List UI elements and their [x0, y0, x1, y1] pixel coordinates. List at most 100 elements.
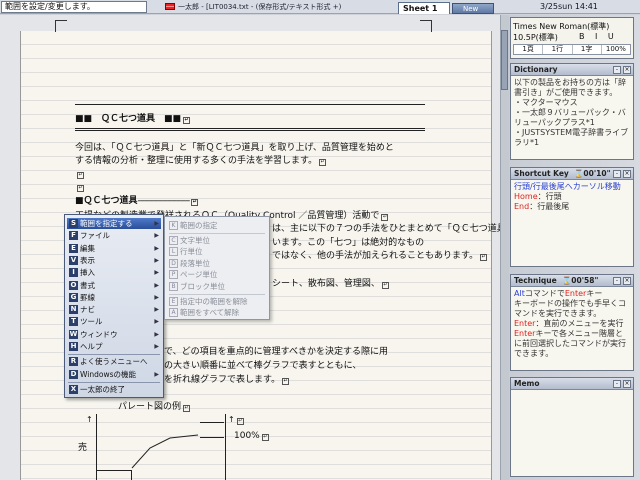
menu-item[interactable]: W ウィンドウ ▶ [67, 329, 161, 340]
menu-item[interactable]: X 一太郎の終了 [67, 384, 161, 395]
menu-item-label: 罫線 [80, 292, 95, 302]
paragraph-line: で、どの項目を重点的に管理すべきかを決定する際に用 [164, 347, 389, 357]
status-message: 範囲を設定/変更します。 [1, 1, 147, 13]
technique-line: Enter：直前のメニューを実行 [514, 319, 624, 328]
submenu-shortcut-key: A [169, 308, 178, 318]
paragraph-line: を折れ線グラフで表します。 ↵ [164, 375, 290, 385]
menu-item-label: 書式 [80, 280, 95, 290]
font-name[interactable]: Times New Roman(標準) [513, 21, 609, 32]
window-title: 一太郎 - [LIT0034.txt - (保存形式/テキスト形式 +) [165, 2, 341, 12]
menu-item[interactable]: G 罫線 ▶ [67, 292, 161, 303]
menu-separator [68, 354, 160, 356]
zoom-level[interactable]: 100% [602, 45, 630, 54]
menu-item[interactable]: R よく使うメニューへ [67, 356, 161, 367]
menu-item[interactable]: T ツール ▶ [67, 316, 161, 327]
menu-shortcut-key: F [69, 231, 78, 241]
timer-icon: ⌛ [561, 276, 572, 285]
menu-shortcut-key: E [69, 243, 78, 253]
menu-item-label: ファイル [80, 231, 110, 241]
chart-line [200, 437, 224, 438]
heading-double-rule [75, 128, 425, 131]
submenu-item-label: 行単位 [180, 247, 203, 257]
memo-panel[interactable]: Memo - × [510, 377, 634, 477]
submenu-item[interactable]: C 文字単位 [167, 235, 267, 246]
scrollbar-thumb[interactable] [501, 30, 508, 90]
submenu-arrow-icon: ▶ [154, 244, 159, 252]
menu-shortcut-key: D [69, 369, 78, 379]
submenu-item-label: 段落単位 [180, 258, 210, 268]
shortcut-key-panel: Shortcut Key ⌛00'10" - × 行頭/行最後尾へカーソル移動 … [510, 167, 634, 267]
paragraph-line: います。この「七つ」は絶対的なもの [272, 238, 425, 248]
menu-item[interactable]: N ナビ ▶ [67, 304, 161, 315]
close-icon[interactable]: × [623, 277, 631, 285]
close-icon[interactable]: × [623, 66, 631, 74]
tab-new[interactable]: New [452, 3, 494, 14]
menu-item[interactable]: O 書式 ▶ [67, 280, 161, 291]
submenu-shortcut-key: B [169, 282, 178, 291]
submenu-arrow-icon: ▶ [154, 318, 159, 326]
font-style-buttons[interactable]: B I U [579, 32, 618, 41]
submenu-shortcut-key: P [169, 270, 178, 280]
minimize-icon[interactable]: - [613, 277, 621, 285]
submenu-item[interactable]: L 行単位 [167, 246, 267, 257]
submenu-item[interactable]: B ブロック単位 [167, 281, 267, 292]
submenu-item[interactable]: D 段落単位 [167, 258, 267, 269]
title-bar: 範囲を設定/変更します。 一太郎 - [LIT0034.txt - (保存形式/… [0, 0, 640, 14]
menu-item[interactable]: H ヘルプ ▶ [67, 341, 161, 352]
page-number: 1頁 [514, 45, 544, 54]
line-number: 1行 [543, 45, 573, 54]
close-icon[interactable]: × [623, 170, 631, 178]
submenu-item[interactable]: P ページ単位 [167, 269, 267, 280]
menu-shortcut-key: H [69, 342, 78, 351]
submenu-item[interactable]: A 範囲をすべて解除 [167, 307, 267, 318]
menu-item[interactable]: E 編集 ▶ [67, 243, 161, 254]
minimize-icon[interactable]: - [613, 66, 621, 74]
submenu-shortcut-key: L [169, 247, 178, 257]
menu-shortcut-key: W [69, 329, 78, 339]
close-icon[interactable]: × [623, 380, 631, 388]
chart-percent-label: 100% ↵ [234, 431, 269, 441]
submenu-separator [169, 293, 265, 295]
menu-shortcut-key: V [69, 255, 78, 265]
submenu-item[interactable]: K 範囲の指定 [167, 220, 267, 231]
font-palette[interactable]: Times New Roman(標準) 10.5P(標準) B I U 1頁 1… [510, 17, 634, 59]
menu-item[interactable]: D Windowsの機能 ▶ [67, 369, 161, 380]
empty-line: ↵ [77, 172, 84, 179]
chart-line [131, 470, 132, 480]
menu-item-label: 編集 [80, 243, 95, 253]
submenu-item[interactable]: E 指定中の範囲を解除 [167, 296, 267, 307]
home-desc: ：行頭 [537, 192, 562, 201]
context-menu[interactable]: S 範囲を指定する ▶ F ファイル ▶ E 編集 ▶ V 表示 ▶ I 挿入 ▶ O 書式 ▶ G 罫線 ▶ N ナビ ▶ T… [64, 214, 164, 398]
submenu-arrow-icon: ▶ [154, 269, 159, 277]
menu-item[interactable]: V 表示 ▶ [67, 255, 161, 266]
chart-line [96, 470, 131, 471]
menu-shortcut-key: I [69, 268, 78, 278]
technique-panel: Technique ⌛00'58" - × AltコマンドでEnterキー キー… [510, 274, 634, 371]
submenu-arrow-icon: ▶ [154, 281, 159, 289]
window-title-text: 一太郎 - [LIT0034.txt - (保存形式/テキスト形式 +) [178, 3, 342, 11]
range-submenu[interactable]: K 範囲の指定 C 文字単位 L 行単位 D 段落単位 P ページ単位 B ブロック単位 E 指定中の範囲… [164, 216, 270, 320]
menu-shortcut-key: N [69, 305, 78, 315]
minimize-icon[interactable]: - [613, 380, 621, 388]
menu-item[interactable]: F ファイル ▶ [67, 230, 161, 241]
heading-rule [75, 104, 425, 105]
menu-item[interactable]: I 挿入 ▶ [67, 267, 161, 278]
page-corner-mark [55, 20, 67, 32]
submenu-arrow-icon: ▶ [154, 293, 159, 301]
minimize-icon[interactable]: - [613, 170, 621, 178]
technique-line: Enterキーで各メニュー階層とに前回選択したコマンドが実行できます。 [514, 329, 626, 358]
menu-item[interactable]: S 範囲を指定する ▶ [67, 218, 161, 229]
chart-arrow-mark: ↑ ↵ [228, 415, 244, 425]
submenu-shortcut-key: K [169, 221, 178, 230]
tab-sheet1[interactable]: Sheet 1 [398, 2, 450, 14]
paragraph-line: シート、散布図、管理図、 ↵ [272, 279, 389, 289]
chart-axis-right [225, 414, 226, 480]
paragraph-line: ではなく、他の手法が加えられることもあります。 ↵ [272, 251, 488, 261]
font-size[interactable]: 10.5P(標準) [513, 32, 558, 43]
empty-line: ↵ [77, 185, 84, 192]
menu-item-label: 範囲を指定する [80, 219, 133, 228]
menu-item-label: 挿入 [80, 268, 95, 278]
menu-separator [68, 381, 160, 383]
dictionary-text: 以下の製品をお持ちの方は「辞書引き」がご使用できます。 ・マクターマウス ・一太… [514, 78, 629, 147]
menu-item-label: 表示 [80, 255, 95, 265]
